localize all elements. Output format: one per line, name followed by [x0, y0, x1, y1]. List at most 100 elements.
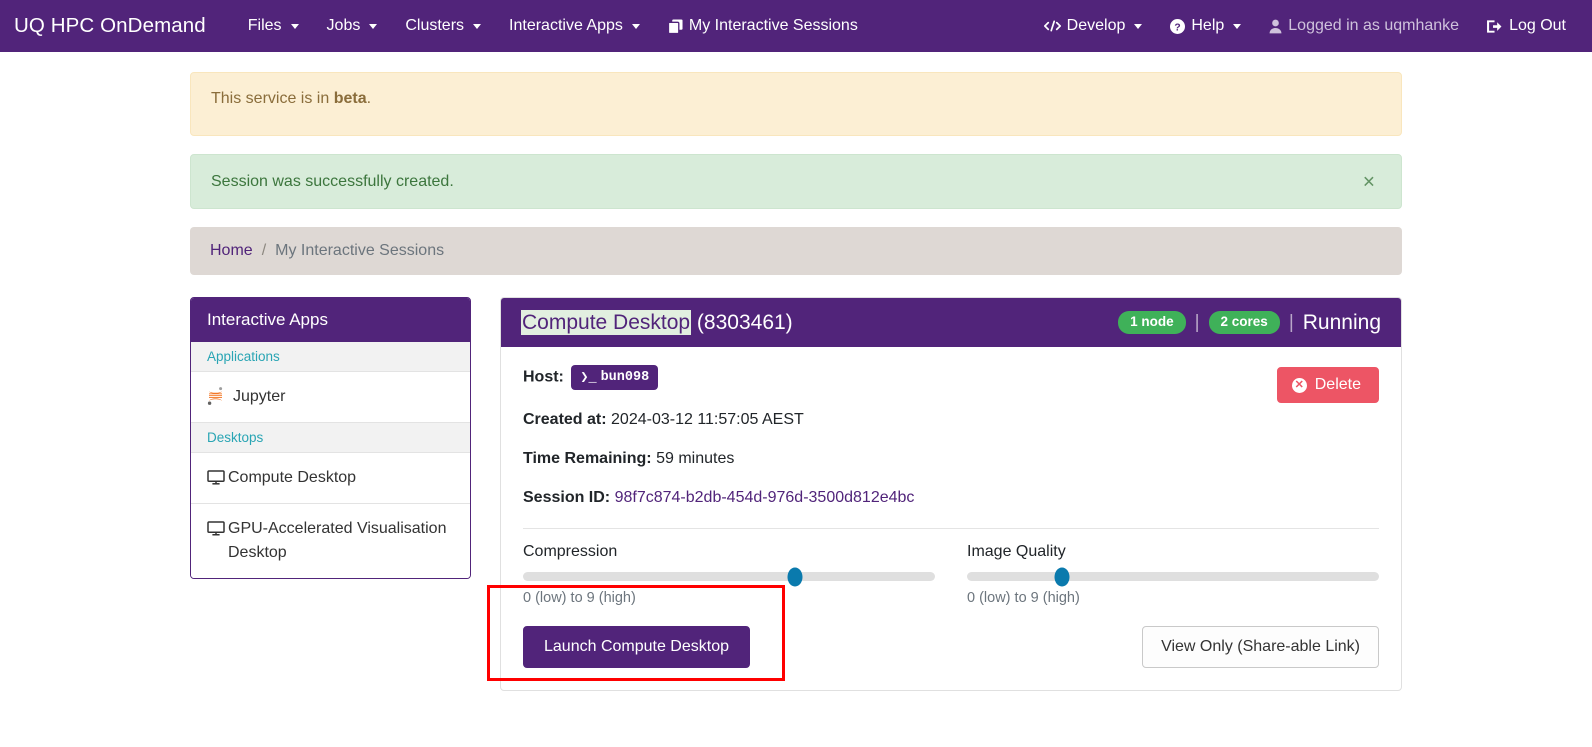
compression-slider-thumb[interactable]: [787, 567, 803, 587]
time-remaining-value: 59 minutes: [656, 450, 735, 468]
compression-help-text: 0 (low) to 9 (high): [523, 590, 636, 607]
breadcrumb-home[interactable]: Home: [210, 242, 253, 260]
image-quality-label: Image Quality: [967, 543, 1066, 561]
badge-separator: |: [1288, 311, 1294, 333]
windows-stack-icon: [667, 18, 683, 34]
image-quality-slider[interactable]: [967, 567, 1379, 587]
beta-text-after: .: [366, 90, 372, 107]
sidebar-item-label: Compute Desktop: [228, 469, 357, 486]
close-icon[interactable]: ×: [1357, 170, 1381, 193]
sidebar-section-applications: Applications: [191, 342, 470, 372]
host-value: bun098: [600, 370, 650, 386]
jupyter-icon: [207, 387, 224, 405]
top-navbar: UQ HPC OnDemand Files Jobs Clusters Inte…: [0, 0, 1592, 52]
badge-separator: |: [1194, 311, 1200, 333]
nav-label-my-interactive-sessions: My Interactive Sessions: [688, 17, 858, 34]
session-card-header: Compute Desktop (8303461) 1 node | 2 cor…: [501, 298, 1401, 348]
success-alert: Session was successfully created. ×: [190, 154, 1402, 209]
nav-label-help: Help: [1191, 17, 1225, 34]
terminal-prompt-icon: ❯_: [580, 371, 597, 387]
session-card-body: ✕ Delete Host: ❯_ bun098 Created at: 2024…: [501, 347, 1401, 690]
nav-label-files: Files: [247, 17, 282, 34]
nav-item-interactive-apps[interactable]: Interactive Apps: [495, 11, 654, 41]
session-title: Compute Desktop (8303461): [521, 310, 793, 335]
session-status: Running: [1302, 310, 1381, 334]
image-quality-slider-group: Image Quality 0 (low) to 9 (high): [967, 543, 1379, 606]
main-row: Interactive Apps Applications Jupyter De…: [190, 297, 1402, 692]
success-alert-text: Session was successfully created.: [211, 172, 454, 190]
nav-item-jobs[interactable]: Jobs: [313, 11, 392, 41]
nav-label-log-out: Log Out: [1509, 17, 1566, 34]
breadcrumb-current: My Interactive Sessions: [275, 242, 445, 259]
image-quality-help-text: 0 (low) to 9 (high): [967, 590, 1080, 607]
chevron-down-icon: [1233, 23, 1242, 29]
logged-in-user: Logged in as uqmhanke: [1255, 11, 1473, 41]
close-circle-icon: ✕: [1291, 377, 1307, 393]
session-id-label: Session ID:: [523, 489, 611, 507]
user-icon: [1269, 19, 1282, 34]
chevron-down-icon: [473, 23, 482, 29]
created-label: Created at:: [523, 411, 607, 429]
beta-text-before: This service is in: [211, 90, 334, 107]
beta-notice-alert: This service is in beta.: [190, 72, 1402, 136]
session-host-row: Host: ❯_ bun098: [523, 365, 1379, 391]
nav-item-help[interactable]: ? Help: [1156, 11, 1255, 41]
compression-label: Compression: [523, 543, 618, 561]
logout-icon: [1487, 19, 1503, 34]
nav-item-files[interactable]: Files: [234, 11, 313, 41]
beta-notice-text: This service is in beta.: [211, 90, 371, 108]
sidebar-title: Interactive Apps: [191, 298, 470, 342]
page-container: This service is in beta. Session was suc…: [190, 52, 1402, 692]
svg-text:?: ?: [1175, 22, 1181, 33]
compression-slider[interactable]: [523, 567, 935, 587]
nav-item-log-out[interactable]: Log Out: [1473, 11, 1580, 41]
session-id-row: Session ID: 98f7c874-b2db-454d-976d-3500…: [523, 489, 1379, 507]
delete-button-label: Delete: [1314, 376, 1361, 394]
host-badge[interactable]: ❯_ bun098: [571, 365, 659, 391]
chevron-down-icon: [1134, 23, 1143, 29]
slider-group: Compression 0 (low) to 9 (high) Image Qu…: [523, 543, 1379, 606]
nav-label-interactive-apps: Interactive Apps: [509, 17, 623, 34]
session-job-id: (8303461): [691, 311, 793, 334]
chevron-down-icon: [369, 23, 378, 29]
status-badge-cores: 2 cores: [1208, 311, 1280, 335]
image-quality-slider-thumb[interactable]: [1054, 567, 1070, 587]
desktop-icon: [207, 520, 225, 538]
sidebar-item-compute-desktop[interactable]: Compute Desktop: [191, 453, 470, 504]
created-value: 2024-03-12 11:57:05 AEST: [611, 411, 804, 429]
delete-button[interactable]: ✕ Delete: [1276, 367, 1379, 404]
time-remaining-label: Time Remaining:: [523, 450, 652, 468]
interactive-apps-sidebar: Interactive Apps Applications Jupyter De…: [190, 297, 471, 579]
card-divider: [523, 528, 1379, 530]
breadcrumb-separator: /: [261, 242, 267, 259]
view-only-share-link-button[interactable]: View Only (Share-able Link): [1142, 626, 1379, 669]
sidebar-item-label: Jupyter: [233, 388, 286, 405]
session-app-name: Compute Desktop: [521, 310, 692, 335]
code-icon: [1043, 19, 1061, 33]
sidebar-item-gpu-visualisation-desktop[interactable]: GPU-Accelerated Visualisation Desktop: [191, 504, 470, 578]
session-time-remaining-row: Time Remaining: 59 minutes: [523, 450, 1379, 468]
nav-label-jobs: Jobs: [326, 17, 361, 34]
compression-slider-group: Compression 0 (low) to 9 (high): [523, 543, 935, 606]
chevron-down-icon: [290, 23, 299, 29]
logged-in-user-label: Logged in as uqmhanke: [1288, 17, 1460, 34]
session-actions: Launch Compute Desktop View Only (Share-…: [523, 626, 1379, 674]
desktop-icon: [207, 469, 225, 487]
question-circle-icon: ?: [1170, 18, 1186, 34]
session-created-row: Created at: 2024-03-12 11:57:05 AEST: [523, 411, 1379, 429]
nav-item-develop[interactable]: Develop: [1030, 11, 1157, 41]
launch-compute-desktop-button[interactable]: Launch Compute Desktop: [523, 626, 750, 669]
session-id-value: 98f7c874-b2db-454d-976d-3500d812e4bc: [614, 489, 915, 507]
status-badge-nodes: 1 node: [1118, 311, 1186, 335]
sidebar-item-jupyter[interactable]: Jupyter: [191, 372, 470, 423]
nav-item-my-interactive-sessions[interactable]: My Interactive Sessions: [654, 11, 872, 41]
nav-label-clusters: Clusters: [405, 17, 465, 34]
nav-item-clusters[interactable]: Clusters: [391, 11, 495, 41]
chevron-down-icon: [631, 23, 640, 29]
sidebar-section-desktops: Desktops: [191, 423, 470, 453]
sidebar-item-label: GPU-Accelerated Visualisation Desktop: [228, 520, 447, 561]
brand-logo[interactable]: UQ HPC OnDemand: [14, 14, 206, 38]
session-status-group: 1 node | 2 cores | Running: [1118, 311, 1381, 335]
breadcrumb: Home / My Interactive Sessions: [190, 227, 1402, 275]
beta-text-bold: beta: [333, 90, 367, 107]
